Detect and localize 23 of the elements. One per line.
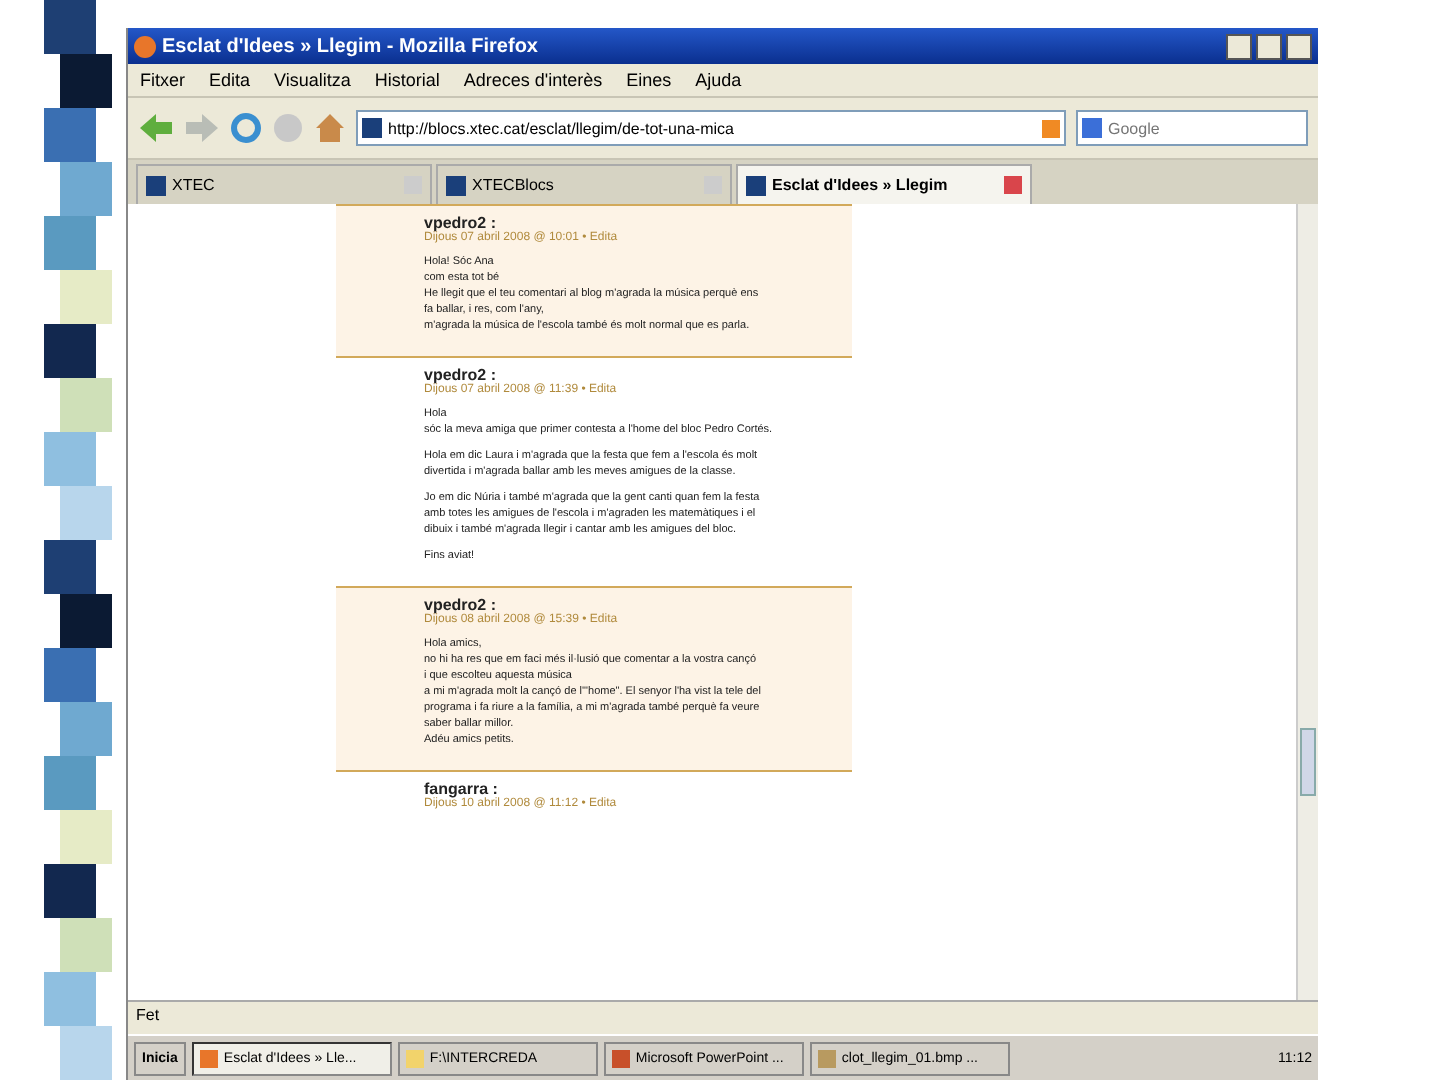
browser-tab[interactable]: XTECBlocs (436, 164, 732, 204)
menu-item[interactable]: Eines (626, 70, 672, 90)
home-icon[interactable] (314, 112, 346, 144)
browser-tab[interactable]: Esclat d'Idees » Llegim (736, 164, 1032, 204)
forward-arrow-icon[interactable] (184, 112, 220, 144)
menu-item[interactable]: Edita (209, 70, 251, 90)
comment-author: vpedro2 : (424, 366, 497, 384)
window-title: Esclat d'Idees » Llegim - Mozilla Firefox (162, 35, 540, 57)
reload-icon[interactable] (230, 112, 262, 144)
back-arrow-icon[interactable] (138, 112, 174, 144)
menu-item[interactable]: Adreces d'interès (463, 70, 603, 90)
menu-item[interactable]: Fitxer (140, 70, 185, 90)
menu-item[interactable]: Visualitza (274, 70, 351, 90)
menu-item[interactable]: Ajuda (695, 70, 742, 90)
scrollbar[interactable] (1296, 204, 1318, 1000)
scroll-thumb[interactable] (1300, 728, 1316, 796)
search-box[interactable]: Google (1076, 110, 1308, 146)
menu-item[interactable]: Historial (374, 70, 440, 90)
comment-author: vpedro2 : (424, 596, 497, 614)
comment-author: fangarra : (424, 780, 498, 798)
address-bar[interactable]: http://blocs.xtec.cat/esclat/llegim/de-tot-una-mica (356, 110, 1066, 146)
comment-author: vpedro2 : (424, 214, 497, 232)
browser-tab[interactable]: XTEC (136, 164, 432, 204)
